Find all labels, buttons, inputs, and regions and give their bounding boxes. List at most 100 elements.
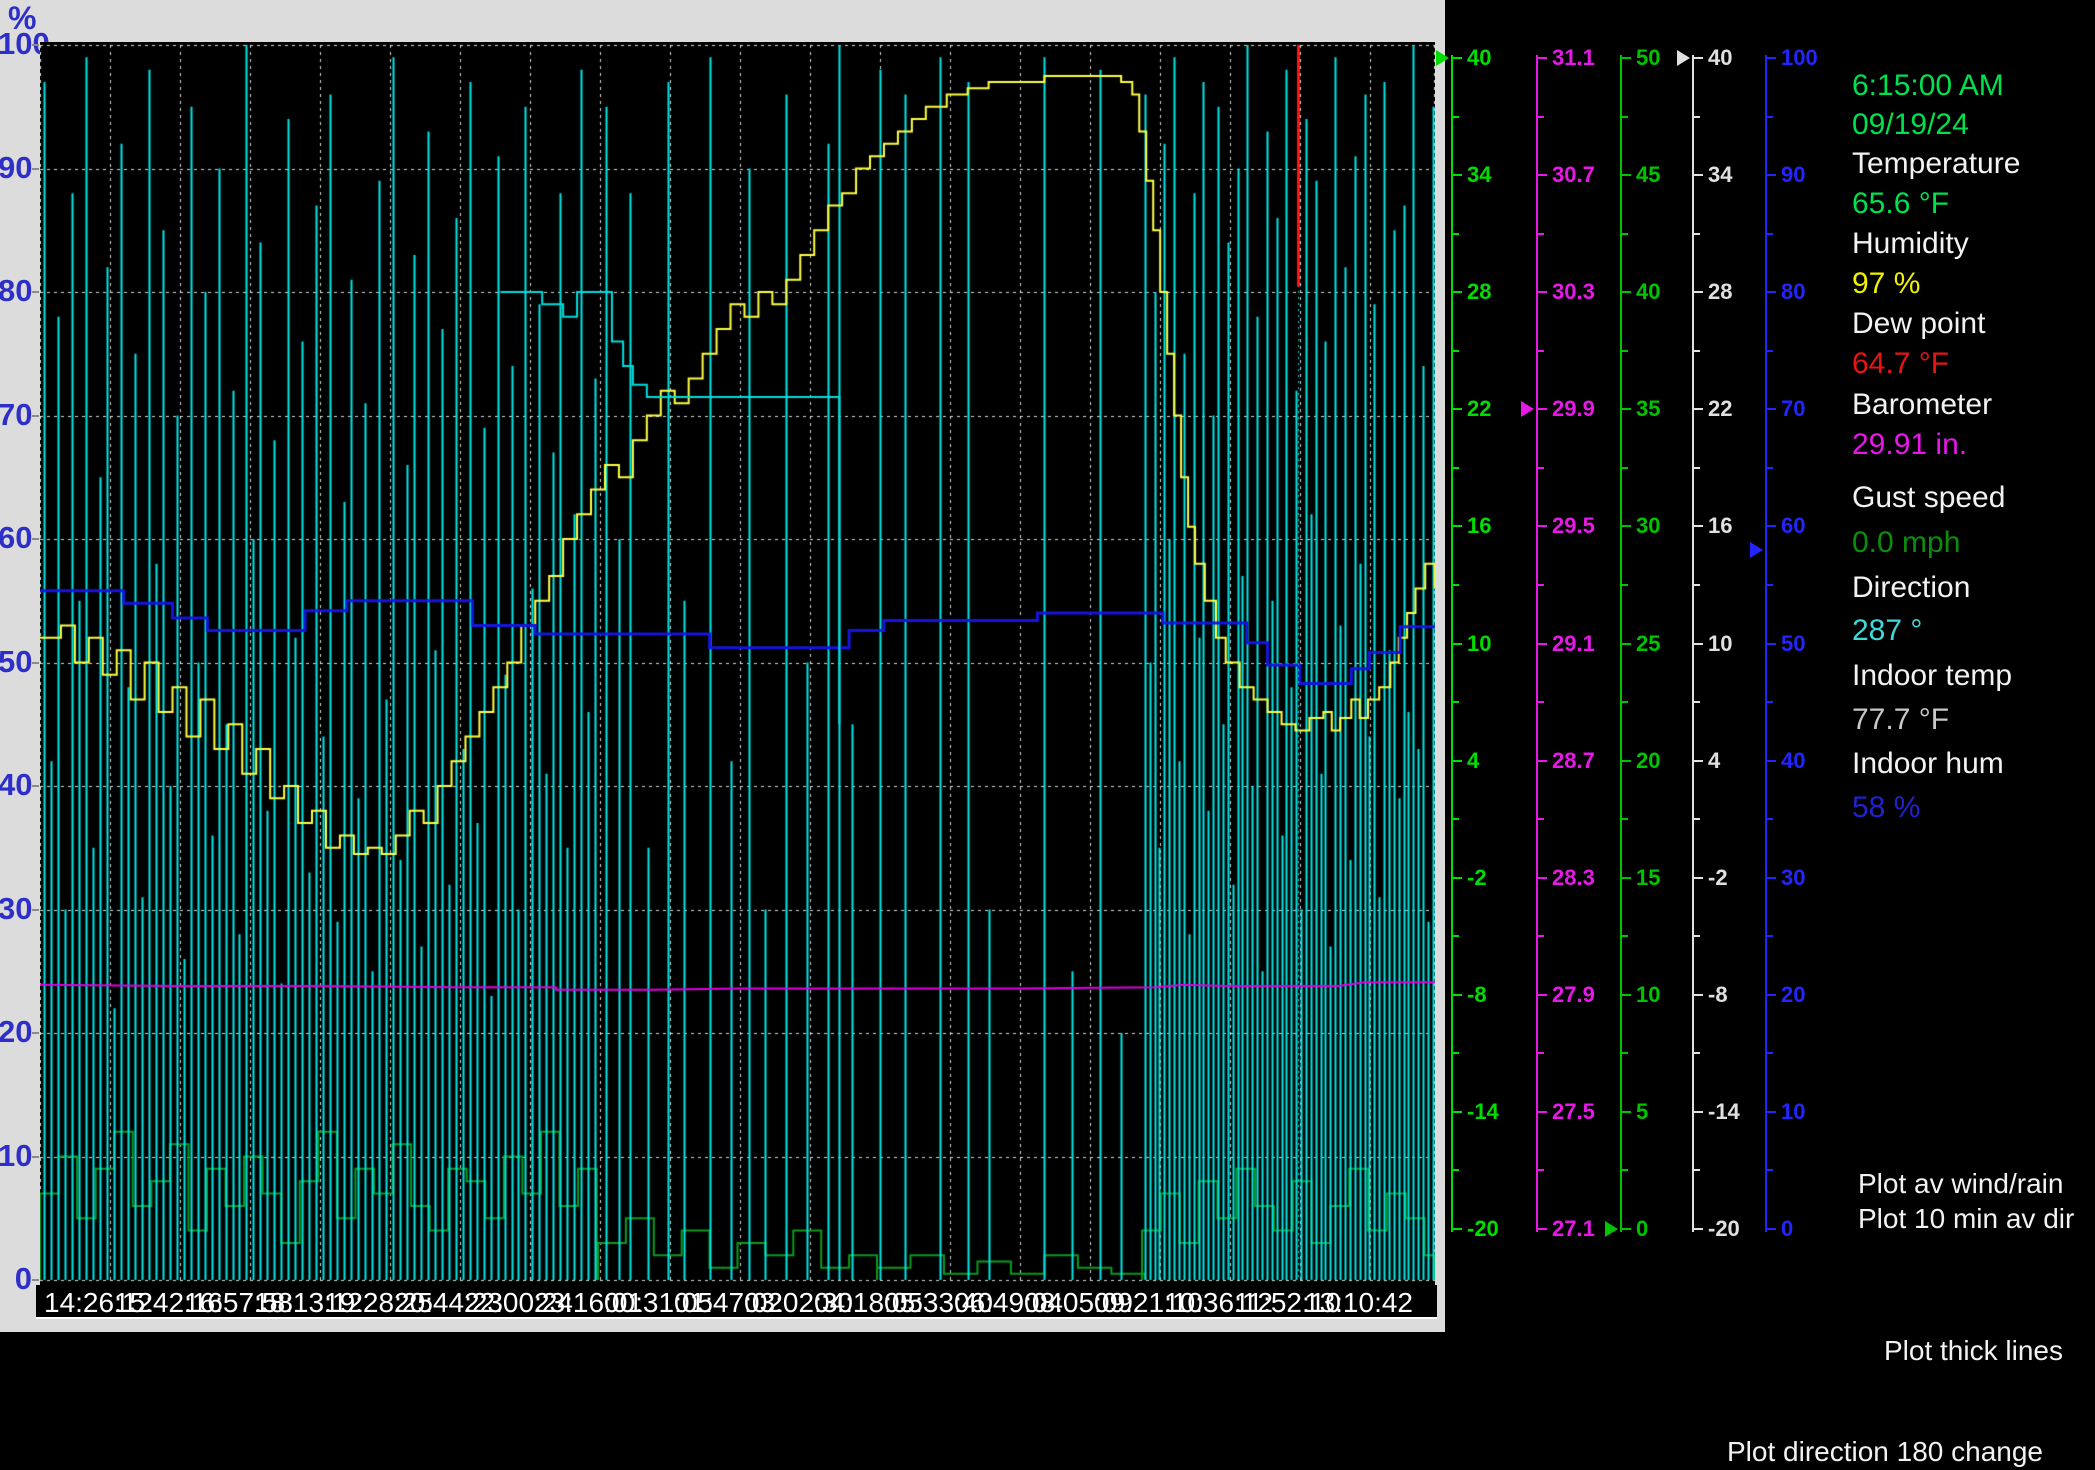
barometer-axis-tick-label: 29.9 [1552,396,1595,422]
temp-axis-minor-tick [1453,584,1459,586]
left-axis-tick [32,168,39,170]
left-axis-tick [32,1279,39,1281]
barometer-axis-tick-label: 27.1 [1552,1216,1595,1242]
temp-axis-tick-label: 4 [1467,748,1479,774]
wind-axis-minor-tick [1622,233,1628,235]
barometer-axis-tick-label: 27.9 [1552,982,1595,1008]
left-axis-tick-label: 90 [0,150,32,186]
humidity-axis-minor-tick [1767,818,1773,820]
barometer-axis-tick-label: 28.7 [1552,748,1595,774]
dewpoint-axis-tick [1694,174,1703,176]
wind-axis-tick-label: 45 [1636,162,1660,188]
barometer-axis-tick [1538,877,1547,879]
dewpoint-axis-minor-tick [1694,1169,1700,1171]
temperature-label: Temperature [1852,147,2020,181]
barometer-axis-minor-tick [1538,116,1544,118]
dewpoint-axis-minor-tick [1694,467,1700,469]
humidity-axis-minor-tick [1767,233,1773,235]
temp-axis-minor-tick [1453,818,1459,820]
humidity-axis-minor-tick [1767,1169,1773,1171]
humidity-axis-minor-tick [1767,116,1773,118]
wind-axis-tick-label: 20 [1636,748,1660,774]
temp-axis-tick-label: -14 [1467,1099,1499,1125]
humidity-axis-tick [1767,174,1776,176]
humidity-axis-tick [1767,291,1776,293]
dewpoint-axis-tick [1694,57,1703,59]
wind-axis-minor-tick [1622,1169,1628,1171]
option-plot-direction-180[interactable]: Plot direction 180 change [1727,1436,2043,1468]
humidity-axis-minor-tick [1767,467,1773,469]
temp-axis-tick [1453,174,1462,176]
temp-axis-tick [1453,1111,1462,1113]
humidity-axis-tick-label: 90 [1781,162,1805,188]
temp-axis-minor-tick [1453,1169,1459,1171]
dewpoint-axis-tick-label: 34 [1708,162,1732,188]
wind-axis-tick-label: 0 [1636,1216,1648,1242]
humidity-axis-minor-tick [1767,350,1773,352]
dewpoint-axis-tick [1694,994,1703,996]
wind-axis-tick-label: 5 [1636,1099,1648,1125]
wind-axis-tick [1622,408,1631,410]
temp-axis-tick [1453,994,1462,996]
option-plot-10min-av-dir[interactable]: Plot 10 min av dir [1858,1203,2074,1235]
left-axis-tick [32,785,39,787]
time-axis: 14:26:1215:42:1616:57:5818:13:1219:28:25… [36,1285,1437,1319]
temp-axis-minor-tick [1453,1052,1459,1054]
left-axis-tick-label: 50 [0,644,32,680]
temp-axis-tick-label: 16 [1467,513,1491,539]
humidity-axis-tick [1767,525,1776,527]
temp-axis-tick [1453,291,1462,293]
dewpoint-axis-tick-label: 16 [1708,513,1732,539]
left-axis-tick-label: 40 [0,767,32,803]
barometer-axis-tick [1538,994,1547,996]
temp-axis-tick [1453,408,1462,410]
humidity-axis-tick-label: 40 [1781,748,1805,774]
wind-axis-current-value-arrow [1605,1221,1618,1237]
left-axis-tick-label: 100 [0,26,32,62]
dewpoint-axis-tick-label: 4 [1708,748,1720,774]
dewpoint-axis-tick [1694,408,1703,410]
barometer-axis-minor-tick [1538,467,1544,469]
left-axis-tick [32,1032,39,1034]
humidity-axis-tick-label: 20 [1781,982,1805,1008]
indoor-hum-value: 58 % [1852,791,1920,825]
dewpoint-axis-tick-label: 22 [1708,396,1732,422]
dewpoint-axis-minor-tick [1694,1052,1700,1054]
option-plot-av-wind-rain[interactable]: Plot av wind/rain [1858,1168,2063,1200]
temp-axis-tick-label: 34 [1467,162,1491,188]
barometer-axis-tick [1538,1111,1547,1113]
wind-axis-tick [1622,57,1631,59]
humidity-axis-tick [1767,994,1776,996]
wind-axis-tick [1622,760,1631,762]
dewpoint-axis-tick-label: -2 [1708,865,1728,891]
dewpoint-axis-minor-tick [1694,233,1700,235]
option-plot-thick-lines[interactable]: Plot thick lines [1884,1335,2063,1367]
temp-axis-tick-label: -8 [1467,982,1487,1008]
wind-axis-tick-label: 50 [1636,45,1660,71]
direction-value: 287 ° [1852,614,1922,648]
humidity-axis-minor-tick [1767,1052,1773,1054]
temp-axis-tick-label: -2 [1467,865,1487,891]
left-axis-tick-label: 0 [0,1261,32,1297]
wind-axis-minor-tick [1622,584,1628,586]
temp-axis-minor-tick [1453,233,1459,235]
temp-axis-tick-label: 28 [1467,279,1491,305]
barometer-axis-minor-tick [1538,233,1544,235]
humidity-axis-tick-label: 0 [1781,1216,1793,1242]
barometer-axis-tick-label: 29.5 [1552,513,1595,539]
dewpoint-axis-minor-tick [1694,818,1700,820]
humidity-axis-tick [1767,408,1776,410]
wind-axis-tick-label: 35 [1636,396,1660,422]
left-axis-tick-label: 10 [0,1138,32,1174]
humidity-axis-tick [1767,1111,1776,1113]
current-date: 09/19/24 [1852,108,1969,142]
dewpoint-axis-current-value-arrow [1677,50,1690,66]
humidity-axis-tick [1767,643,1776,645]
humidity-axis-tick [1767,57,1776,59]
dewpoint-axis-tick [1694,525,1703,527]
wind-axis-minor-tick [1622,701,1628,703]
humidity-axis-tick [1767,760,1776,762]
dewpoint-axis-minor-tick [1694,584,1700,586]
barometer-axis-minor-tick [1538,818,1544,820]
humidity-axis-tick-label: 10 [1781,1099,1805,1125]
